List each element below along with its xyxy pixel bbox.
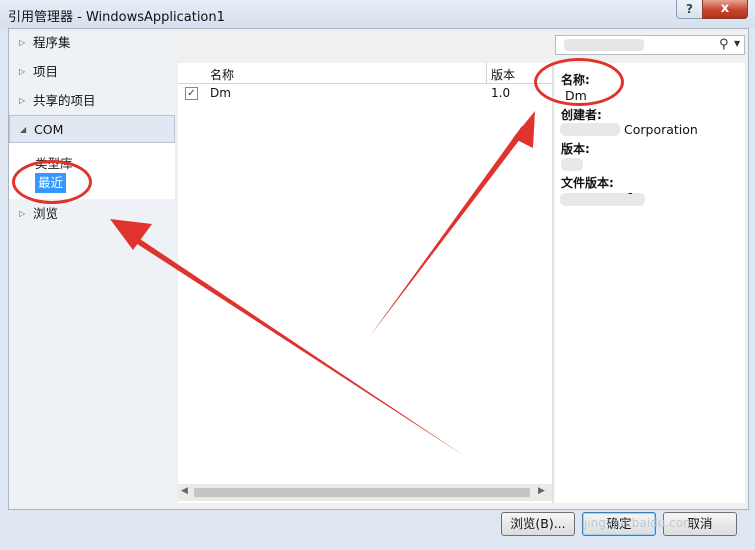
annotation-arrow-left xyxy=(128,233,466,457)
annotation-arrow-right xyxy=(370,126,527,336)
watermark: jingyan.baidu.com xyxy=(584,516,695,530)
annotation-circle-recent xyxy=(12,160,92,204)
reference-manager-window: 引用管理器 - WindowsApplication1 ? x ▷ 程序集 ▷ … xyxy=(0,0,755,550)
browse-button[interactable]: 浏览(B)... xyxy=(501,512,575,536)
annotation-arrows xyxy=(110,111,535,457)
annotation-circle-name xyxy=(534,58,624,106)
